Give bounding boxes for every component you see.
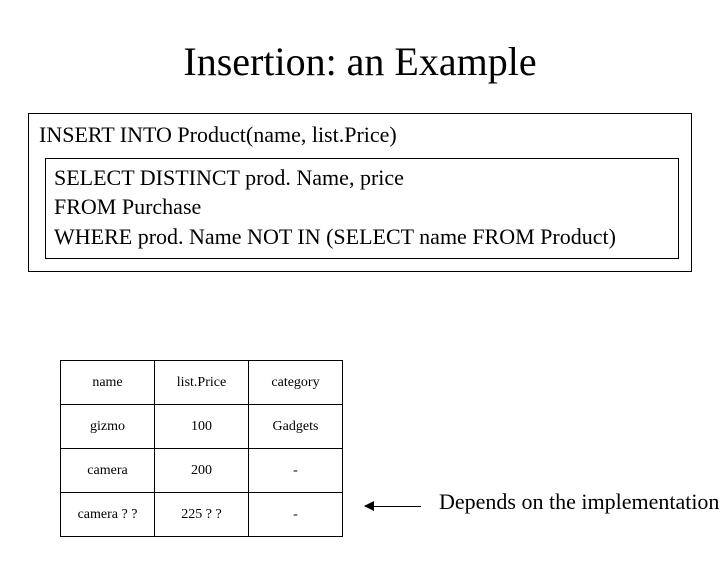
arrow-annotation: Depends on the implementation xyxy=(365,489,719,523)
table-header-row: name list.Price category xyxy=(61,361,343,405)
col-listprice: list.Price xyxy=(155,361,249,405)
cell: - xyxy=(249,449,343,493)
cell: gizmo xyxy=(61,405,155,449)
cell: 225 ? ? xyxy=(155,493,249,537)
sql-inner-box: SELECT DISTINCT prod. Name, price FROM P… xyxy=(45,158,679,259)
table-row: camera 200 - xyxy=(61,449,343,493)
sql-outer-box: INSERT INTO Product(name, list.Price) SE… xyxy=(28,113,692,272)
sql-select-line: SELECT DISTINCT prod. Name, price xyxy=(54,163,670,193)
sql-where-line: WHERE prod. Name NOT IN (SELECT name FRO… xyxy=(54,222,670,252)
product-table: name list.Price category gizmo 100 Gadge… xyxy=(60,360,343,537)
table-row: gizmo 100 Gadgets xyxy=(61,405,343,449)
cell: Gadgets xyxy=(249,405,343,449)
implementation-note: Depends on the implementation xyxy=(439,489,719,515)
table-row: camera ? ? 225 ? ? - xyxy=(61,493,343,537)
cell: - xyxy=(249,493,343,537)
col-category: category xyxy=(249,361,343,405)
cell: camera xyxy=(61,449,155,493)
col-name: name xyxy=(61,361,155,405)
cell: 200 xyxy=(155,449,249,493)
cell: camera ? ? xyxy=(61,493,155,537)
lower-section: name list.Price category gizmo 100 Gadge… xyxy=(60,360,719,537)
arrow-left-icon xyxy=(365,506,421,507)
sql-insert-line: INSERT INTO Product(name, list.Price) xyxy=(39,120,681,150)
cell: 100 xyxy=(155,405,249,449)
sql-from-line: FROM Purchase xyxy=(54,192,670,222)
slide-title: Insertion: an Example xyxy=(0,38,720,85)
sql-container: INSERT INTO Product(name, list.Price) SE… xyxy=(28,113,692,272)
